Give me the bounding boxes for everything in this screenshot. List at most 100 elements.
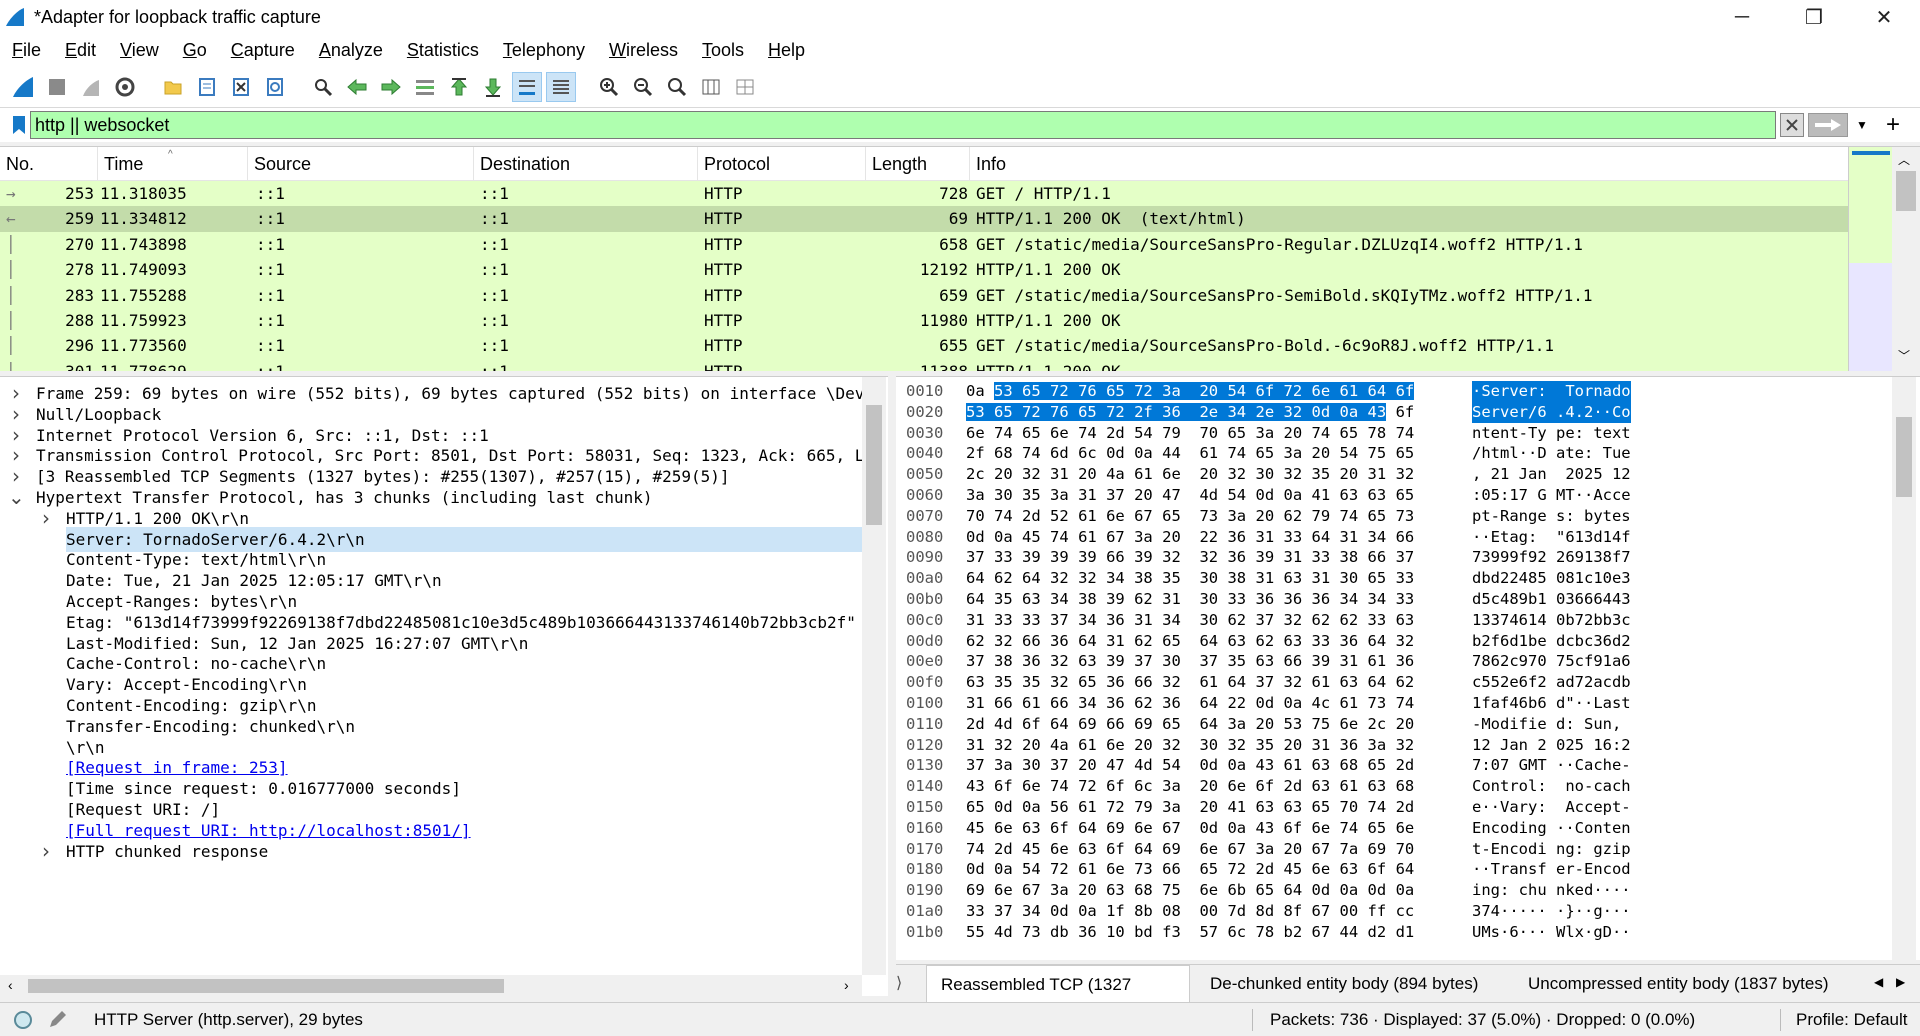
byte-hex-group[interactable]: 55 4d 73 db 36 10 bd f3 57 6c 78 b2 67 4… bbox=[966, 922, 1414, 943]
tab-dechunked-body[interactable]: De-chunked entity body (894 bytes) bbox=[1196, 965, 1502, 1003]
hex-byte[interactable]: 0d bbox=[1106, 444, 1125, 462]
last-packet-icon[interactable] bbox=[478, 72, 508, 102]
hex-byte[interactable]: 44 bbox=[1162, 444, 1181, 462]
hex-byte[interactable]: 2d bbox=[994, 840, 1013, 858]
hex-byte[interactable]: 0a bbox=[1022, 798, 1041, 816]
byte-ascii[interactable]: 1faf46b6 d"··Last bbox=[1472, 693, 1631, 714]
byte-hex-group[interactable]: 63 35 35 32 65 36 66 32 61 64 37 32 61 6… bbox=[966, 672, 1414, 693]
hex-byte[interactable]: 63 bbox=[1106, 881, 1125, 899]
byte-hex-group[interactable]: 70 74 2d 52 61 6e 67 65 73 3a 20 62 79 7… bbox=[966, 506, 1414, 527]
hex-byte[interactable]: 20 bbox=[1284, 424, 1303, 442]
hex-byte[interactable]: 32 bbox=[1396, 632, 1415, 650]
hex-byte[interactable]: 63 bbox=[1022, 819, 1041, 837]
hex-byte[interactable]: 36 bbox=[1340, 632, 1359, 650]
hex-byte[interactable]: 64 bbox=[1312, 528, 1331, 546]
hex-byte[interactable]: 39 bbox=[1312, 652, 1331, 670]
hex-byte[interactable]: 0a bbox=[1227, 819, 1246, 837]
hex-byte[interactable]: 3a bbox=[1162, 382, 1181, 400]
hex-byte[interactable]: 61 bbox=[1199, 673, 1218, 691]
hex-byte[interactable]: 61 bbox=[1368, 652, 1387, 670]
hex-byte[interactable]: 6c bbox=[1078, 444, 1097, 462]
hex-byte[interactable]: 32 bbox=[994, 632, 1013, 650]
hex-byte[interactable]: 65 bbox=[1199, 860, 1218, 878]
autoscroll-icon[interactable] bbox=[512, 71, 542, 102]
hex-byte[interactable]: 3a bbox=[1227, 715, 1246, 733]
hex-byte[interactable]: 31 bbox=[1255, 528, 1274, 546]
hex-byte[interactable]: 41 bbox=[1227, 798, 1246, 816]
column-header-time[interactable]: Time bbox=[98, 147, 248, 181]
hex-byte[interactable]: 65 bbox=[1078, 402, 1097, 421]
hex-byte[interactable]: 20 bbox=[1199, 777, 1218, 795]
hex-byte[interactable]: 20 bbox=[1199, 798, 1218, 816]
hex-byte[interactable]: 37 bbox=[966, 652, 985, 670]
hex-byte[interactable]: 30 bbox=[1022, 756, 1041, 774]
hex-byte[interactable]: 62 bbox=[966, 632, 985, 650]
hex-byte[interactable]: 00 bbox=[1199, 902, 1218, 920]
hex-byte[interactable]: 31 bbox=[1312, 569, 1331, 587]
byte-hex-group[interactable]: 31 66 61 66 34 36 62 36 64 22 0d 0a 4c 6… bbox=[966, 693, 1414, 714]
hex-byte[interactable]: 8b bbox=[1134, 902, 1153, 920]
hex-byte[interactable]: 63 bbox=[1227, 632, 1246, 650]
hex-byte[interactable]: 37 bbox=[1255, 673, 1274, 691]
hex-byte[interactable]: 73 bbox=[1199, 507, 1218, 525]
hex-byte[interactable]: 3a bbox=[966, 486, 985, 504]
hex-byte[interactable]: 3a bbox=[994, 756, 1013, 774]
go-to-packet-icon[interactable] bbox=[410, 72, 440, 102]
hex-byte[interactable]: 2d bbox=[1396, 756, 1415, 774]
close-file-icon[interactable] bbox=[226, 72, 256, 102]
save-file-icon[interactable] bbox=[192, 72, 222, 102]
go-forward-icon[interactable] bbox=[376, 72, 406, 102]
hex-byte[interactable]: 55 bbox=[966, 923, 985, 941]
hex-byte[interactable]: 4a bbox=[1050, 736, 1069, 754]
hex-byte[interactable]: 3a bbox=[1255, 424, 1274, 442]
hex-byte[interactable]: 33 bbox=[1312, 632, 1331, 650]
close-button[interactable]: ✕ bbox=[1848, 0, 1920, 34]
hex-byte[interactable]: 0a bbox=[1284, 486, 1303, 504]
hex-byte[interactable]: 73 bbox=[1368, 694, 1387, 712]
hex-byte[interactable]: 64 bbox=[1368, 673, 1387, 691]
hex-byte[interactable]: 34 bbox=[1368, 590, 1387, 608]
hex-byte[interactable]: 6f bbox=[1106, 840, 1125, 858]
hex-byte[interactable]: 37 bbox=[1199, 652, 1218, 670]
hex-byte[interactable]: 43 bbox=[1367, 402, 1387, 421]
edit-comment-icon[interactable] bbox=[46, 1003, 68, 1036]
hex-byte[interactable]: 20 bbox=[1078, 756, 1097, 774]
hex-byte[interactable]: 63 bbox=[1078, 840, 1097, 858]
hex-byte[interactable]: 32 bbox=[1284, 611, 1303, 629]
byte-hex-group[interactable]: 64 35 63 34 38 39 62 31 30 33 36 36 36 3… bbox=[966, 589, 1414, 610]
status-profile[interactable]: Profile: Default bbox=[1796, 1003, 1908, 1036]
hex-byte[interactable]: 47 bbox=[1106, 756, 1125, 774]
hex-byte[interactable]: 37 bbox=[1396, 548, 1415, 566]
byte-hex-group[interactable]: 64 62 64 32 32 34 38 35 30 38 31 63 31 3… bbox=[966, 568, 1414, 589]
hex-byte[interactable]: 63 bbox=[1368, 777, 1387, 795]
hex-byte[interactable]: 65 bbox=[1255, 881, 1274, 899]
hex-byte[interactable]: 69 bbox=[1106, 819, 1125, 837]
hex-byte[interactable]: 36 bbox=[1340, 736, 1359, 754]
hex-byte[interactable]: 6e bbox=[1340, 715, 1359, 733]
hex-byte[interactable]: 00 bbox=[1340, 902, 1359, 920]
hex-byte[interactable]: 36 bbox=[1078, 923, 1097, 941]
hex-byte[interactable]: 69 bbox=[1368, 840, 1387, 858]
hex-byte[interactable]: 37 bbox=[1134, 652, 1153, 670]
hex-byte[interactable]: 63 bbox=[1022, 590, 1041, 608]
hex-byte[interactable]: bd bbox=[1134, 923, 1153, 941]
hex-byte[interactable]: 20 bbox=[1312, 444, 1331, 462]
hex-byte[interactable]: 61 bbox=[1078, 798, 1097, 816]
hex-byte[interactable]: 34 bbox=[1340, 590, 1359, 608]
hex-byte[interactable]: 35 bbox=[1312, 465, 1331, 483]
hex-byte[interactable]: 32 bbox=[1227, 736, 1246, 754]
byte-hex-group[interactable]: 62 32 66 36 64 31 62 65 64 63 62 63 33 3… bbox=[966, 631, 1414, 652]
hex-byte[interactable]: f3 bbox=[1162, 923, 1181, 941]
byte-ascii[interactable]: ·Server: Tornado bbox=[1472, 381, 1631, 402]
hex-byte[interactable]: 64 bbox=[1199, 632, 1218, 650]
hex-byte[interactable]: 65 bbox=[1106, 382, 1125, 400]
hex-byte[interactable]: 37 bbox=[994, 902, 1013, 920]
chevron-right-icon[interactable]: › bbox=[38, 839, 54, 864]
hex-byte[interactable]: 53 bbox=[1284, 715, 1303, 733]
hex-byte[interactable]: 67 bbox=[1312, 840, 1331, 858]
hex-byte[interactable]: 31 bbox=[1050, 465, 1069, 483]
hex-byte[interactable]: 65 bbox=[1162, 715, 1181, 733]
hex-byte[interactable]: 70 bbox=[1199, 424, 1218, 442]
hex-byte[interactable]: 63 bbox=[1340, 673, 1359, 691]
byte-hex-group[interactable]: 31 32 20 4a 61 6e 20 32 30 32 35 20 31 3… bbox=[966, 735, 1414, 756]
